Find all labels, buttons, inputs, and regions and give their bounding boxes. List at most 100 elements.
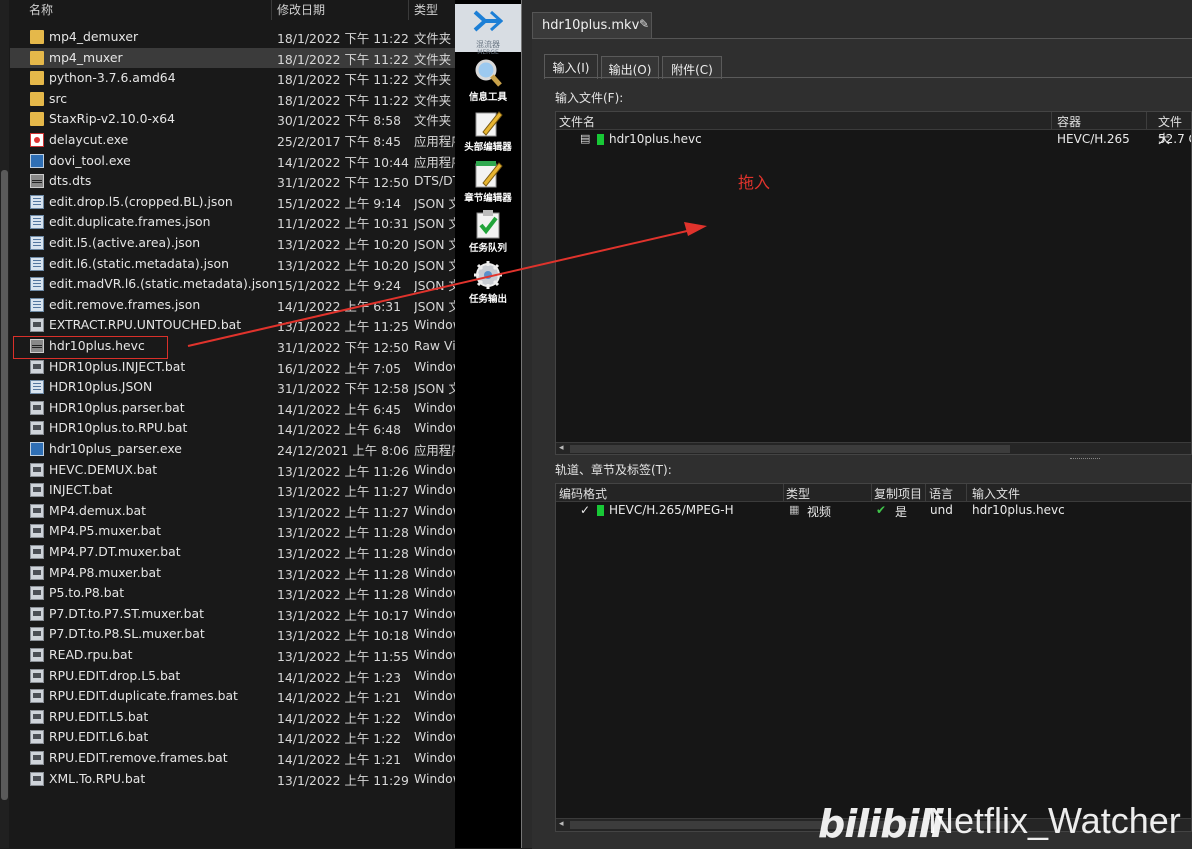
file-row[interactable]: StaxRip-v2.10.0-x64 30/1/2022 下午 8:58 文件夹: [10, 109, 455, 129]
sidebar-item-job-output[interactable]: 任务输出: [455, 260, 521, 305]
file-row[interactable]: RPU.EDIT.remove.frames.bat 14/1/2022 上午 1…: [10, 748, 455, 768]
input-files-hscrollbar[interactable]: ◂: [556, 442, 1191, 454]
column-divider[interactable]: [871, 484, 872, 501]
column-type[interactable]: 类型: [414, 1, 438, 18]
file-row[interactable]: P5.to.P8.bat 13/1/2022 上午 11:28 Window: [10, 583, 455, 603]
file-row[interactable]: mp4_demuxer 18/1/2022 下午 11:22 文件夹: [10, 27, 455, 47]
tracks-list[interactable]: 编码格式 类型 复制项目 语言 输入文件 ✓ HEVC/H.265/MPEG-H…: [555, 483, 1192, 832]
file-row[interactable]: HEVC.DEMUX.bat 13/1/2022 上午 11:26 Window: [10, 460, 455, 480]
explorer-column-header: 名称 修改日期 类型: [0, 0, 455, 20]
file-row[interactable]: HDR10plus.parser.bat 14/1/2022 上午 6:45 Win…: [10, 398, 455, 418]
file-row[interactable]: edit.drop.l5.(cropped.BL).json 15/1/2022 …: [10, 192, 455, 212]
file-row[interactable]: P7.DT.to.P7.ST.muxer.bat 13/1/2022 上午 10:…: [10, 604, 455, 624]
file-row[interactable]: INJECT.bat 13/1/2022 上午 11:27 Window: [10, 480, 455, 500]
file-row[interactable]: edit.remove.frames.json 14/1/2022 上午 6:31…: [10, 295, 455, 315]
file-row[interactable]: src 18/1/2022 下午 11:22 文件夹: [10, 89, 455, 109]
column-date[interactable]: 修改日期: [277, 1, 325, 18]
input-files-header: 文件名 容器 文件大: [556, 112, 1191, 146]
file-row[interactable]: XML.To.RPU.bat 13/1/2022 上午 11:29 Window: [10, 769, 455, 789]
column-divider[interactable]: [1146, 112, 1147, 129]
bat-file-icon: [30, 545, 44, 559]
column-divider[interactable]: [408, 0, 409, 20]
file-type: 文件夹: [414, 72, 452, 88]
file-row[interactable]: edit.l5.(active.area).json 13/1/2022 上午 1…: [10, 233, 455, 253]
file-row[interactable]: MP4.P8.muxer.bat 13/1/2022 上午 11:28 Window: [10, 563, 455, 583]
file-row[interactable]: edit.duplicate.frames.json 11/1/2022 上午 1…: [10, 212, 455, 232]
file-date: 14/1/2022 上午 6:48: [277, 422, 402, 438]
column-divider[interactable]: [783, 484, 784, 501]
scroll-left-icon[interactable]: ◂: [559, 443, 564, 453]
column-copy[interactable]: 复制项目: [874, 485, 922, 502]
file-row[interactable]: MP4.demux.bat 13/1/2022 上午 11:27 Window: [10, 501, 455, 521]
input-file-row[interactable]: ▤ hdr10plus.hevc HEVC/H.265 52.7 G: [556, 131, 1191, 149]
explorer-scrollbar[interactable]: [0, 0, 9, 848]
column-divider[interactable]: [1051, 112, 1052, 129]
column-name[interactable]: 名称: [29, 1, 53, 18]
file-row[interactable]: HDR10plus.INJECT.bat 16/1/2022 上午 7:05 Win…: [10, 357, 455, 377]
file-date: 13/1/2022 上午 11:28: [277, 566, 409, 582]
sidebar-item-info-tool[interactable]: 信息工具: [455, 58, 521, 103]
file-row[interactable]: MP4.P7.DT.muxer.bat 13/1/2022 上午 11:28 Win…: [10, 542, 455, 562]
file-date: 15/1/2022 上午 9:24: [277, 278, 402, 294]
column-filename[interactable]: 文件名: [559, 113, 595, 130]
file-type: Window: [414, 523, 455, 539]
file-row[interactable]: HDR10plus.JSON 31/1/2022 下午 12:58 JSON 文: [10, 377, 455, 397]
column-divider[interactable]: [271, 0, 272, 20]
file-row[interactable]: dts.dts 31/1/2022 下午 12:50 DTS/DTS: [10, 171, 455, 191]
file-row[interactable]: READ.rpu.bat 13/1/2022 上午 11:55 Window: [10, 645, 455, 665]
file-row[interactable]: python-3.7.6.amd64 18/1/2022 下午 11:22 文件夹: [10, 68, 455, 88]
file-type: JSON 文: [414, 278, 455, 294]
file-row[interactable]: edit.madVR.l6.(static.metadata).json 15/1…: [10, 274, 455, 294]
file-row[interactable]: mp4_muxer 18/1/2022 下午 11:22 文件夹: [10, 47, 455, 68]
column-input-file[interactable]: 输入文件: [972, 485, 1020, 502]
scrollbar-thumb[interactable]: [570, 445, 1010, 453]
sidebar-item-header-editor[interactable]: 头部编辑器: [455, 108, 521, 153]
file-name: INJECT.bat: [49, 482, 113, 498]
file-name: MP4.P8.muxer.bat: [49, 564, 161, 580]
file-row[interactable]: RPU.EDIT.duplicate.frames.bat 14/1/2022 上…: [10, 686, 455, 706]
file-row[interactable]: P7.DT.to.P8.SL.muxer.bat 13/1/2022 上午 10:…: [10, 624, 455, 644]
column-divider[interactable]: [966, 484, 967, 501]
file-row[interactable]: RPU.EDIT.L6.bat 14/1/2022 上午 1:22 Window: [10, 727, 455, 747]
document-tab[interactable]: hdr10plus.mkv ✎: [532, 12, 652, 38]
file-row[interactable]: HDR10plus.to.RPU.bat 14/1/2022 上午 6:48 Win…: [10, 418, 455, 438]
track-checkbox[interactable]: ✓: [580, 503, 590, 517]
checkmark-icon: ✔: [876, 503, 887, 517]
file-row[interactable]: dovi_tool.exe 14/1/2022 下午 10:44 应用程序: [10, 151, 455, 171]
track-row[interactable]: ✓ HEVC/H.265/MPEG-H ▦ 视频 ✔ 是 und hdr10pl…: [556, 502, 1191, 520]
tab-output[interactable]: 输出(O): [601, 56, 659, 79]
file-row[interactable]: hdr10plus_parser.exe 24/12/2021 上午 8:06 应用…: [10, 439, 455, 459]
pin-icon[interactable]: ✎: [639, 17, 649, 31]
file-row[interactable]: RPU.EDIT.L5.bat 14/1/2022 上午 1:22 Window: [10, 707, 455, 727]
file-date: 13/1/2022 上午 11:27: [277, 504, 409, 520]
tab-attachments[interactable]: 附件(C): [662, 56, 722, 79]
file-type: JSON 文: [414, 298, 455, 314]
input-files-list[interactable]: 文件名 容器 文件大 ▤ hdr10plus.hevc HEVC/H.265 5…: [555, 111, 1192, 455]
column-container[interactable]: 容器: [1057, 113, 1081, 130]
file-row[interactable]: RPU.EDIT.drop.L5.bat 14/1/2022 上午 1:23 Win…: [10, 666, 455, 686]
file-type: Window: [414, 461, 455, 477]
column-codec[interactable]: 编码格式: [559, 485, 607, 502]
pane-splitter[interactable]: [1070, 458, 1100, 461]
column-type[interactable]: 类型: [786, 485, 810, 502]
tab-input[interactable]: 输入(I): [544, 54, 598, 79]
sidebar-item-merge[interactable]: 混流器 MERGE: [455, 4, 521, 56]
json-file-icon: [30, 277, 44, 292]
mkvtoolnix-main: hdr10plus.mkv ✎ 输入(I) 输出(O) 附件(C) 输入文件(F…: [522, 0, 1192, 849]
file-type: Window: [414, 667, 455, 683]
file-type: JSON 文: [414, 257, 455, 273]
scroll-left-icon[interactable]: ◂: [559, 819, 564, 829]
file-row[interactable]: MP4.P5.muxer.bat 13/1/2022 上午 11:28 Window: [10, 521, 455, 541]
file-date: 13/1/2022 上午 11:28: [277, 525, 409, 541]
scrollbar-thumb[interactable]: [1, 170, 8, 800]
file-row[interactable]: edit.l6.(static.metadata).json 13/1/2022 …: [10, 254, 455, 274]
file-row[interactable]: delaycut.exe 25/2/2017 下午 8:45 应用程序: [10, 130, 455, 150]
column-language[interactable]: 语言: [929, 485, 953, 502]
sidebar-item-job-queue[interactable]: 任务队列: [455, 209, 521, 254]
sidebar-item-chapter-editor[interactable]: 章节编辑器: [455, 159, 521, 204]
json-file-icon: [30, 215, 44, 230]
file-name: edit.remove.frames.json: [49, 296, 201, 312]
file-row[interactable]: EXTRACT.RPU.UNTOUCHED.bat 13/1/2022 上午 11…: [10, 315, 455, 335]
tracks-label: 轨道、章节及标签(T):: [555, 463, 672, 477]
column-divider[interactable]: [925, 484, 926, 501]
